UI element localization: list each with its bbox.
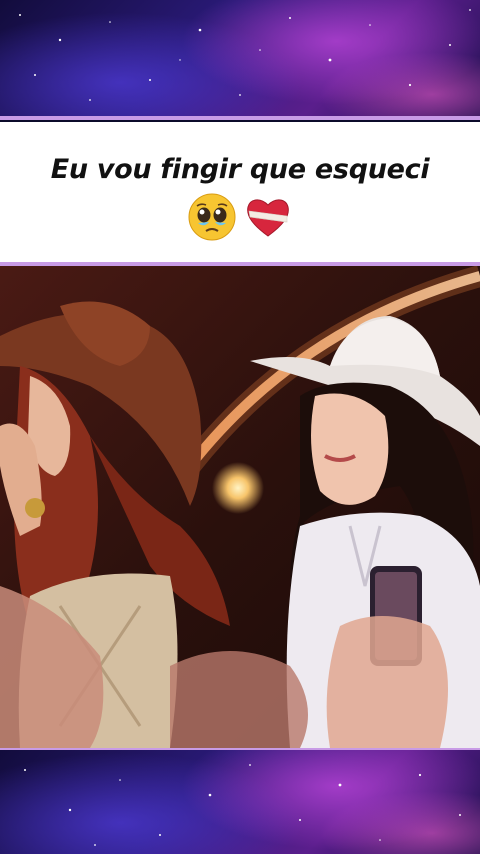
emoji-row [0, 192, 480, 242]
caption-band: Eu vou fingir que esqueci [0, 122, 480, 262]
concert-photo [0, 266, 480, 748]
bottom-galaxy-background [0, 750, 480, 854]
stage-lamp [212, 462, 264, 514]
caption-text: Eu vou fingir que esqueci [50, 154, 430, 185]
top-divider [0, 116, 480, 120]
pleading-face-icon [188, 193, 236, 241]
top-galaxy-background [0, 0, 480, 118]
starfield-top [19, 9, 471, 101]
starfield-bottom [24, 764, 461, 846]
mending-heart-icon [247, 199, 289, 237]
